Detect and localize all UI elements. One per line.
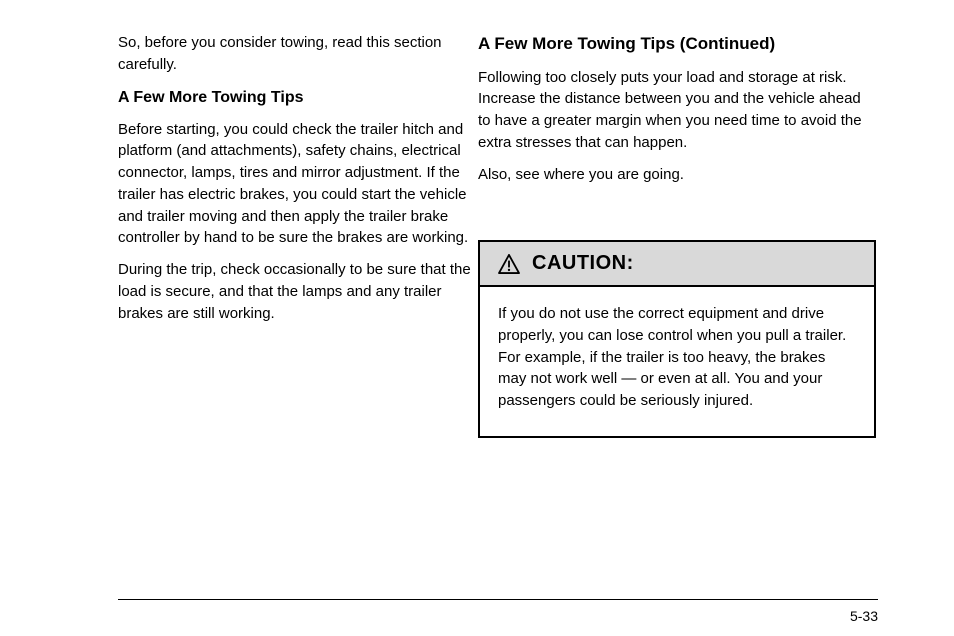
page-number: 5-33 [850, 608, 878, 624]
caution-body: If you do not use the correct equipment … [480, 287, 874, 436]
alert-icon [498, 254, 520, 274]
caution-header: CAUTION: [480, 242, 874, 287]
right-column: A Few More Towing Tips (Continued) Follo… [478, 32, 876, 195]
left-p3: During the trip, check occasionally to b… [118, 259, 478, 324]
caution-box: CAUTION: If you do not use the correct e… [478, 240, 876, 438]
right-p2: Also, see where you are going. [478, 164, 876, 186]
continue-heading: A Few More Towing Tips (Continued) [478, 32, 876, 57]
topic-heading: A Few More Towing Tips [118, 86, 478, 109]
left-p2: Before starting, you could check the tra… [118, 119, 478, 250]
left-p1: So, before you consider towing, read thi… [118, 32, 478, 76]
caution-label: CAUTION: [532, 252, 634, 275]
footer-rule [118, 599, 878, 600]
right-p1: Following too closely puts your load and… [478, 67, 876, 154]
left-column: So, before you consider towing, read thi… [118, 32, 478, 334]
